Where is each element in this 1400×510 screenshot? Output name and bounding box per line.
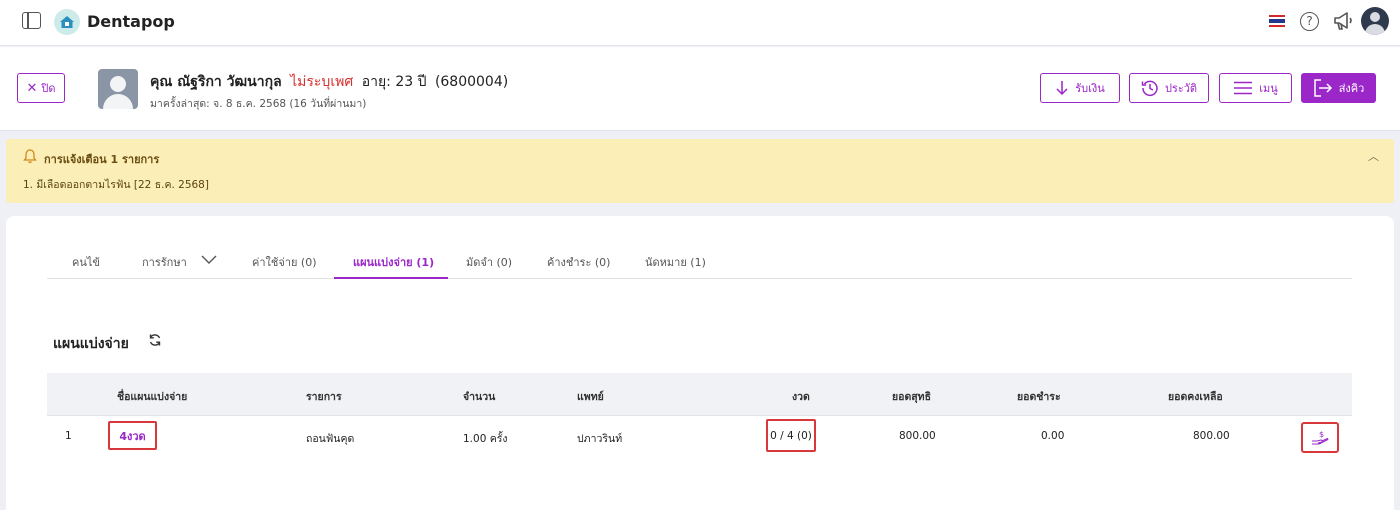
receive-payment-button[interactable]: รับเงิน (1040, 73, 1120, 103)
row-number: 1 (65, 430, 72, 442)
col-installment: งวด (792, 391, 810, 403)
close-icon: ✕ (26, 80, 38, 96)
col-quantity: จำนวน (463, 391, 496, 403)
patient-age: อายุ: 23 ปี (361, 74, 427, 90)
patient-gender: ไม่ระบุเพศ (290, 74, 354, 90)
active-tab-indicator (334, 277, 448, 279)
tab-installment-plan[interactable]: แผนแบ่งจ่าย (1) (353, 253, 434, 271)
alert-title: การแจ้งเตือน 1 รายการ (44, 153, 160, 166)
help-icon[interactable]: ? (1300, 12, 1319, 31)
hand-coin-icon: $ (1312, 430, 1329, 445)
exit-arrow-icon (1313, 79, 1332, 97)
tab-appointments[interactable]: นัดหมาย (1) (645, 253, 706, 271)
menu-icon (1234, 81, 1253, 95)
row-net: 800.00 (899, 430, 936, 442)
table-header: ชื่อแผนแบ่งจ่าย รายการ จำนวน แพทย์ งวด ย… (47, 373, 1352, 416)
thai-flag-icon[interactable] (1269, 15, 1285, 27)
notification-alert: การแจ้งเตือน 1 รายการ 1. มีเลือดออกตามไร… (6, 139, 1394, 203)
alert-item: 1. มีเลือดออกตามไรฟัน [22 ธ.ค. 2568] (23, 179, 209, 191)
col-plan-name: ชื่อแผนแบ่งจ่าย (117, 391, 188, 403)
brand-name: Dentapop (87, 12, 175, 31)
tab-deposit[interactable]: มัดจำ (0) (466, 253, 512, 271)
house-icon (60, 16, 74, 28)
row-quantity: 1.00 ครั้ง (463, 433, 508, 445)
megaphone-icon[interactable] (1333, 11, 1355, 31)
tab-bar: คนไข้ การรักษา ค่าใช้จ่าย (0) แผนแบ่งจ่า… (47, 242, 1352, 279)
row-installment: 0 / 4 (0) (766, 419, 816, 452)
main-card: คนไข้ การรักษา ค่าใช้จ่าย (0) แผนแบ่งจ่า… (6, 216, 1394, 510)
patient-name: คุณ ณัฐริกา วัฒนากุล (150, 74, 282, 90)
patient-name-row: คุณ ณัฐริกา วัฒนากุล ไม่ระบุเพศ อายุ: 23… (150, 71, 508, 93)
arrow-down-icon (1056, 81, 1068, 96)
patient-last-visit: มาครั้งล่าสุด: จ. 8 ธ.ค. 2568 (16 วันที่… (150, 98, 367, 110)
chevron-down-icon[interactable] (201, 255, 217, 265)
patient-id: (6800004) (434, 74, 509, 90)
patient-header: ✕ ปิด คุณ ณัฐริกา วัฒนากุล ไม่ระบุเพศ อา… (0, 47, 1400, 131)
section-title: แผนแบ่งจ่าย (53, 336, 129, 352)
history-button[interactable]: ประวัติ (1129, 73, 1209, 103)
row-paid: 0.00 (1041, 430, 1065, 442)
col-doctor: แพทย์ (577, 391, 604, 403)
col-item: รายการ (306, 391, 342, 403)
send-queue-button[interactable]: ส่งคิว (1301, 73, 1376, 103)
menu-button[interactable]: เมนู (1219, 73, 1292, 103)
tab-outstanding[interactable]: ค้างชำระ (0) (547, 253, 610, 271)
row-doctor: ปภาวรินท์ (577, 433, 623, 445)
row-balance: 800.00 (1193, 430, 1230, 442)
plan-name-link[interactable]: 4งวด (108, 421, 157, 450)
table-row: 1 4งวด ถอนฟันคุด 1.00 ครั้ง ปภาวรินท์ 0 … (47, 416, 1352, 458)
row-item: ถอนฟันคุด (306, 433, 355, 445)
app-logo[interactable] (54, 9, 80, 35)
pay-installment-button[interactable]: $ (1301, 422, 1339, 453)
sidebar-toggle-icon[interactable] (22, 12, 41, 29)
user-avatar[interactable] (1361, 7, 1389, 35)
tab-patient[interactable]: คนไข้ (72, 253, 100, 271)
tab-treatment[interactable]: การรักษา (142, 253, 187, 271)
chevron-up-icon[interactable]: ︿ (1368, 148, 1379, 164)
tab-expenses[interactable]: ค่าใช้จ่าย (0) (252, 253, 317, 271)
history-icon (1141, 80, 1158, 97)
close-button[interactable]: ✕ ปิด (17, 73, 65, 103)
patient-avatar (98, 69, 138, 109)
refresh-icon[interactable] (148, 333, 162, 347)
col-balance: ยอดคงเหลือ (1168, 391, 1223, 403)
top-bar: Dentapop ? (0, 0, 1400, 46)
bell-icon (23, 149, 37, 164)
col-net: ยอดสุทธิ (892, 391, 932, 403)
col-paid: ยอดชำระ (1017, 391, 1061, 403)
svg-text:$: $ (1319, 430, 1324, 439)
